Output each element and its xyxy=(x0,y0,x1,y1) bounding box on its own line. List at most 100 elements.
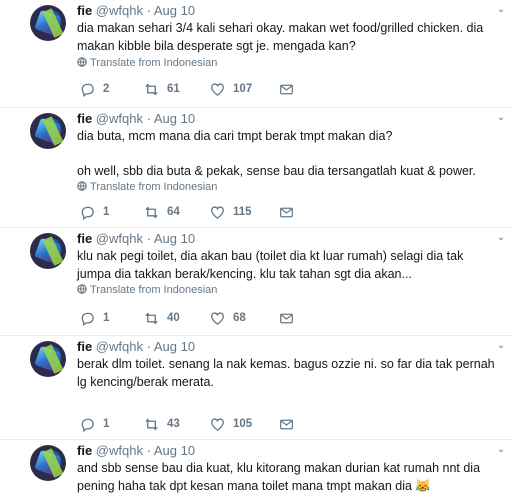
like-button[interactable]: 105 xyxy=(210,416,252,432)
envelope-icon xyxy=(280,419,293,429)
translate-label: Translate from Indonesian xyxy=(90,181,218,193)
tweet-text: berak dlm toilet. senang la nak kemas. b… xyxy=(77,356,497,391)
envelope-icon xyxy=(280,313,293,323)
like-button[interactable]: 115 xyxy=(210,204,252,220)
reply-button[interactable]: 1 xyxy=(80,204,109,220)
reply-button[interactable]: 2 xyxy=(80,81,109,97)
translate-link[interactable]: Translate from Indonesian xyxy=(77,57,217,69)
tweet[interactable]: fie @wfqhk · Aug 10 ⌄ dia buta, mcm mana… xyxy=(0,108,513,228)
author-handle[interactable]: @wfqhk xyxy=(96,111,143,126)
chevron-down-icon[interactable]: ⌄ xyxy=(494,233,508,243)
reply-count: 1 xyxy=(103,206,110,218)
tweet-date[interactable]: Aug 10 xyxy=(154,339,195,354)
like-button[interactable]: 68 xyxy=(210,310,246,326)
translate-link[interactable]: Translate from Indonesian xyxy=(77,181,217,193)
direct-message-button[interactable] xyxy=(279,81,302,97)
like-button[interactable]: 107 xyxy=(210,81,252,97)
direct-message-button[interactable] xyxy=(279,204,302,220)
tweet-actions: 1 43 105 xyxy=(80,416,380,432)
author-name[interactable]: fie xyxy=(77,231,92,246)
translate-label: Translate from Indonesian xyxy=(90,57,218,69)
avatar[interactable] xyxy=(30,445,66,481)
tweet-actions: 2 61 107 xyxy=(80,81,380,97)
retweet-button[interactable]: 43 xyxy=(144,416,180,432)
like-count: 115 xyxy=(233,206,252,218)
heart-icon xyxy=(211,311,224,325)
tweet-text-line: dia makan sehari 3/4 kali sehari okay. m… xyxy=(77,21,484,53)
retweet-icon xyxy=(145,418,158,430)
tweet-text-line: klu nak pegi toilet, dia akan bau (toile… xyxy=(77,249,464,281)
retweet-icon xyxy=(145,312,158,324)
like-count: 68 xyxy=(233,312,246,324)
author-handle[interactable]: @wfqhk xyxy=(96,443,143,458)
retweet-button[interactable]: 40 xyxy=(144,310,180,326)
reply-count: 1 xyxy=(103,312,110,324)
like-count: 107 xyxy=(233,83,253,95)
separator: · xyxy=(146,443,151,458)
avatar[interactable] xyxy=(30,233,66,269)
separator: · xyxy=(146,3,151,18)
tweet-text-line: berak dlm toilet. senang la nak kemas. b… xyxy=(77,357,495,389)
retweet-icon xyxy=(145,206,158,218)
author-name[interactable]: fie xyxy=(77,443,92,458)
tweet-text: klu nak pegi toilet, dia akan bau (toile… xyxy=(77,248,497,283)
reply-button[interactable]: 1 xyxy=(80,310,109,326)
tweet[interactable]: fie @wfqhk · Aug 10 ⌄ klu nak pegi toile… xyxy=(0,228,513,336)
tweet-actions: 1 40 68 xyxy=(80,310,380,326)
retweet-count: 43 xyxy=(167,418,180,430)
retweet-button[interactable]: 61 xyxy=(144,81,180,97)
tweet-header: fie @wfqhk · Aug 10 xyxy=(77,3,195,18)
tweet-text-line: oh well, sbb dia buta & pekak, sense bau… xyxy=(77,163,476,178)
chevron-down-icon[interactable]: ⌄ xyxy=(494,341,508,351)
author-name[interactable]: fie xyxy=(77,111,92,126)
chevron-down-icon[interactable]: ⌄ xyxy=(494,5,508,15)
author-handle[interactable]: @wfqhk xyxy=(96,231,143,246)
tweet-header: fie @wfqhk · Aug 10 xyxy=(77,231,195,246)
chevron-down-icon[interactable]: ⌄ xyxy=(494,113,508,123)
retweet-button[interactable]: 64 xyxy=(144,204,180,220)
author-handle[interactable]: @wfqhk xyxy=(96,339,143,354)
chevron-down-icon[interactable]: ⌄ xyxy=(494,445,508,455)
reply-icon xyxy=(81,83,94,97)
tweet-date[interactable]: Aug 10 xyxy=(154,3,195,18)
tweet-header: fie @wfqhk · Aug 10 xyxy=(77,339,195,354)
tweet-date[interactable]: Aug 10 xyxy=(154,111,195,126)
tweet-date[interactable]: Aug 10 xyxy=(154,231,195,246)
reply-button[interactable]: 1 xyxy=(80,416,109,432)
envelope-icon xyxy=(280,84,293,94)
tweet-text-line: and sbb sense bau dia kuat, klu kitorang… xyxy=(77,461,481,493)
retweet-icon xyxy=(145,83,158,95)
author-name[interactable]: fie xyxy=(77,3,92,18)
author-handle[interactable]: @wfqhk xyxy=(96,3,143,18)
heart-icon xyxy=(211,417,224,431)
direct-message-button[interactable] xyxy=(279,416,302,432)
translate-link[interactable]: Translate from Indonesian xyxy=(77,284,217,296)
globe-icon xyxy=(77,284,87,294)
tweet-feed: fie @wfqhk · Aug 10 ⌄ dia makan sehari 3… xyxy=(0,0,516,500)
avatar[interactable] xyxy=(30,341,66,377)
tweet-text: and sbb sense bau dia kuat, klu kitorang… xyxy=(77,460,497,495)
tweet[interactable]: fie @wfqhk · Aug 10 ⌄ and sbb sense bau … xyxy=(0,440,513,500)
like-count: 105 xyxy=(233,418,253,430)
direct-message-button[interactable] xyxy=(279,310,302,326)
envelope-icon xyxy=(280,207,293,217)
tweet-text-line: dia buta, mcm mana dia cari tmpt berak t… xyxy=(77,129,393,143)
tweet-date[interactable]: Aug 10 xyxy=(154,443,195,458)
translate-label: Translate from Indonesian xyxy=(90,284,218,296)
heart-icon xyxy=(211,82,224,96)
reply-icon xyxy=(81,312,94,326)
reply-icon xyxy=(81,206,94,220)
avatar[interactable] xyxy=(30,113,66,149)
avatar[interactable] xyxy=(30,5,66,41)
retweet-count: 64 xyxy=(167,206,180,218)
author-name[interactable]: fie xyxy=(77,339,92,354)
tweet[interactable]: fie @wfqhk · Aug 10 ⌄ dia makan sehari 3… xyxy=(0,0,513,108)
reply-count: 1 xyxy=(103,418,110,430)
reply-icon xyxy=(81,418,94,432)
globe-icon xyxy=(77,181,87,191)
tweet[interactable]: fie @wfqhk · Aug 10 ⌄ berak dlm toilet. … xyxy=(0,336,513,440)
separator: · xyxy=(146,111,151,126)
globe-icon xyxy=(77,57,87,67)
separator: · xyxy=(146,231,151,246)
tweet-text: dia buta, mcm mana dia cari tmpt berak t… xyxy=(77,128,497,180)
